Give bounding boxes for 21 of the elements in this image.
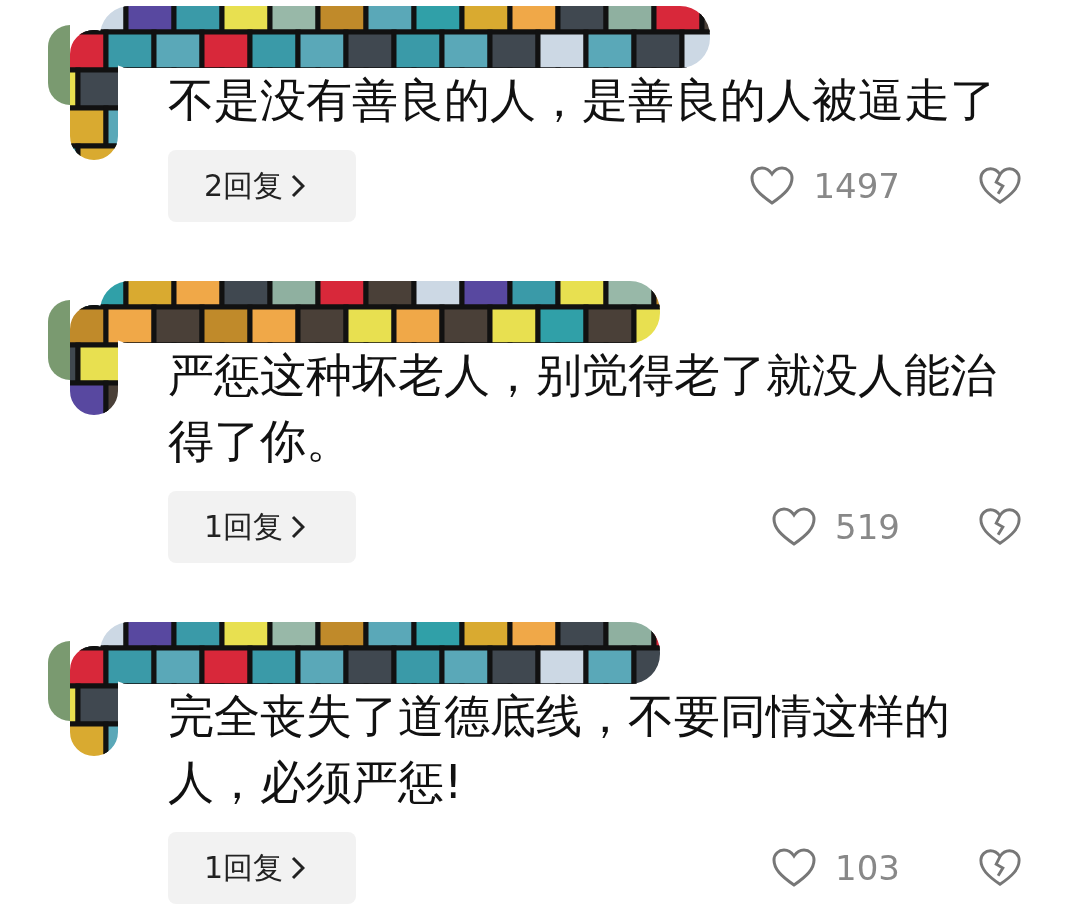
- chevron-icon: [291, 515, 306, 539]
- comment-text: 严惩这种坏老人，别觉得老了就没人能治得了你。: [168, 347, 997, 470]
- comment-text: 完全丧失了道德底线，不要同情这样的人，必须严惩!: [168, 688, 951, 811]
- avatar[interactable]: [48, 641, 70, 721]
- replies-button[interactable]: 1回复: [168, 832, 356, 904]
- broken-heart-icon[interactable]: [978, 848, 1022, 888]
- like-count: 1497: [813, 166, 900, 206]
- heart-icon[interactable]: [749, 166, 796, 206]
- avatar[interactable]: [48, 25, 70, 105]
- chevron-icon: [291, 856, 306, 880]
- replies-button[interactable]: 2回复: [168, 150, 356, 222]
- like-count: 519: [835, 507, 900, 547]
- comment-text: 不是没有善良的人，是善良的人被逼走了: [168, 72, 997, 129]
- broken-heart-icon[interactable]: [978, 166, 1022, 206]
- chevron-icon: [291, 174, 306, 198]
- broken-heart-icon[interactable]: [978, 507, 1022, 547]
- heart-icon[interactable]: [771, 848, 818, 888]
- like-count: 103: [835, 848, 900, 888]
- heart-icon[interactable]: [771, 507, 818, 547]
- replies-button[interactable]: 1回复: [168, 491, 356, 563]
- avatar[interactable]: [48, 300, 70, 380]
